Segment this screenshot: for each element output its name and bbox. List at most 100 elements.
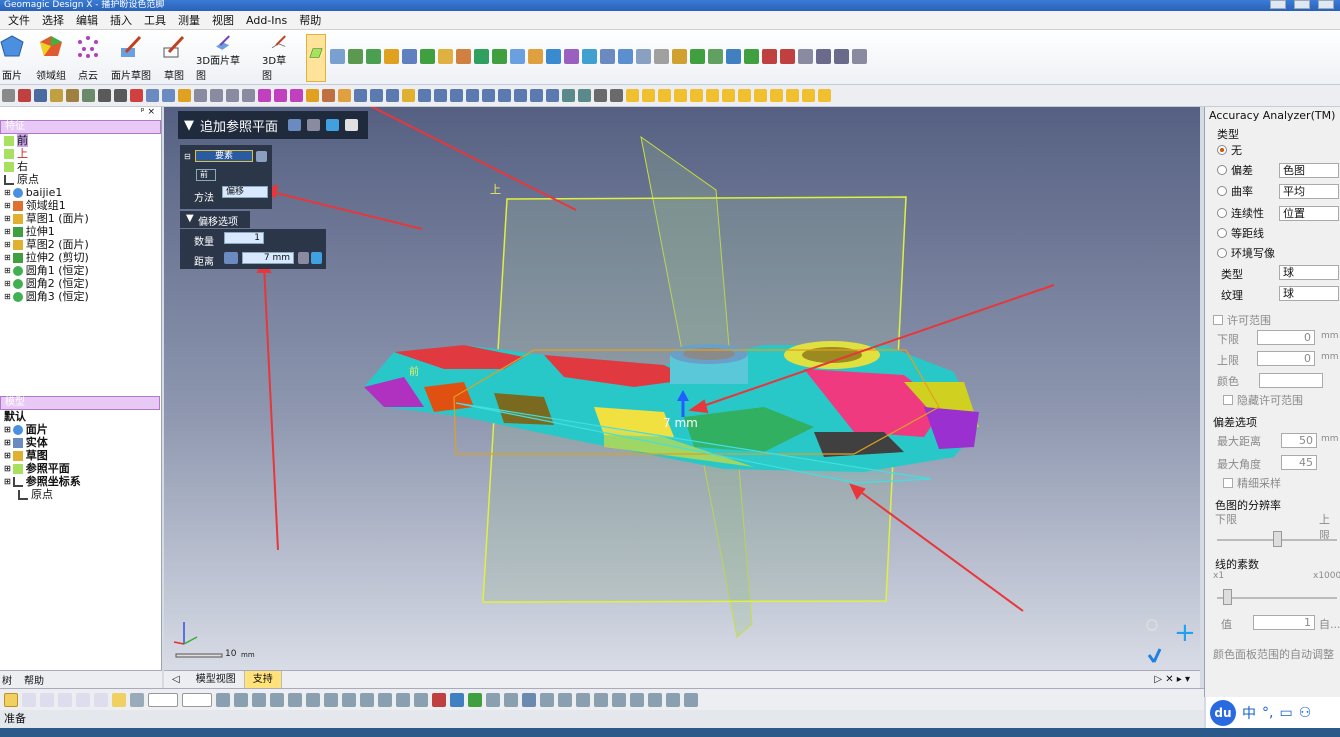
3d-mesh-sketch-tool-button[interactable]: 3D面片草图: [196, 34, 250, 82]
select-feature-icon[interactable]: [322, 89, 335, 102]
filter-combo-1[interactable]: [148, 692, 178, 707]
ok-icon[interactable]: [326, 119, 340, 131]
hide-tolerance-checkbox[interactable]: 隐藏许可范围: [1223, 392, 1303, 408]
zoom-fit-icon[interactable]: [194, 89, 207, 102]
select-circle-icon[interactable]: [22, 692, 36, 707]
display-3-icon[interactable]: [468, 692, 482, 707]
import-icon[interactable]: [50, 89, 63, 102]
revolve-icon[interactable]: [384, 48, 399, 64]
render-icon[interactable]: [178, 89, 191, 102]
loft-icon[interactable]: [420, 48, 435, 64]
add-ref-plane-button[interactable]: [306, 34, 326, 82]
tree-item-extrude1[interactable]: ⊞ 拉伸1: [4, 225, 161, 238]
measure-9-icon[interactable]: [684, 692, 698, 707]
highlight-13-icon[interactable]: [818, 89, 831, 102]
view-left-icon[interactable]: [386, 89, 399, 102]
select-face-icon[interactable]: [290, 89, 303, 102]
redo-icon[interactable]: [114, 89, 127, 102]
globe-icon[interactable]: [522, 692, 536, 707]
max-angle-input[interactable]: 45: [1281, 455, 1317, 470]
tree-item-meshes[interactable]: ⊞ 面片: [4, 423, 160, 436]
fit-icon[interactable]: [834, 48, 849, 64]
measure-4-icon[interactable]: [594, 692, 608, 707]
display-wire-icon[interactable]: [498, 89, 511, 102]
tree-item-fillet3[interactable]: ⊞ 圆角3 (恒定): [4, 290, 161, 303]
element-picker-icon[interactable]: [256, 151, 267, 162]
snap-2-icon[interactable]: [234, 692, 248, 707]
point-cloud-tool-button[interactable]: 点云: [76, 34, 100, 82]
radio-environment[interactable]: 环境写像: [1217, 245, 1275, 261]
display-edge-icon[interactable]: [530, 89, 543, 102]
radio-continuity[interactable]: 连续性: [1217, 205, 1264, 221]
select-body-icon[interactable]: [306, 89, 319, 102]
chamfer-icon[interactable]: [456, 48, 471, 64]
measure-2-icon[interactable]: [558, 692, 572, 707]
tolerance-checkbox[interactable]: 许可范围: [1213, 312, 1271, 328]
tab-help[interactable]: 帮助: [24, 672, 44, 687]
highlight-7-icon[interactable]: [722, 89, 735, 102]
snap-8-icon[interactable]: [342, 692, 356, 707]
display-clip-icon[interactable]: [578, 89, 591, 102]
highlight-8-icon[interactable]: [738, 89, 751, 102]
snap-6-icon[interactable]: [306, 692, 320, 707]
sweep-icon[interactable]: [402, 48, 417, 64]
display-4-icon[interactable]: [486, 692, 500, 707]
tree-item-default[interactable]: 默认: [4, 410, 160, 423]
cancel-icon[interactable]: [345, 119, 359, 131]
display-solid-icon[interactable]: [482, 89, 495, 102]
display-ref-icon[interactable]: [594, 89, 607, 102]
element-button[interactable]: 要素: [195, 150, 253, 162]
display-shade-icon[interactable]: [514, 89, 527, 102]
select-paint-icon[interactable]: [94, 692, 108, 707]
display-mesh-icon[interactable]: [466, 89, 479, 102]
highlight-4-icon[interactable]: [674, 89, 687, 102]
flip-direction-icon[interactable]: [224, 252, 238, 264]
maximize-button[interactable]: [1294, 0, 1310, 9]
scale-icon[interactable]: [708, 48, 723, 64]
tree-item-sketch2[interactable]: ⊞ 草图2 (面片): [4, 238, 161, 251]
detail-icon[interactable]: [307, 119, 321, 131]
display-section-icon[interactable]: [562, 89, 575, 102]
boolean-icon[interactable]: [510, 48, 525, 64]
confirm-check-icon[interactable]: [1147, 648, 1162, 663]
align-icon[interactable]: [672, 48, 687, 64]
filter-icon[interactable]: [338, 89, 351, 102]
highlight-3-icon[interactable]: [658, 89, 671, 102]
highlight-11-icon[interactable]: [786, 89, 799, 102]
menu-file[interactable]: 文件: [2, 11, 36, 30]
highlight-2-icon[interactable]: [642, 89, 655, 102]
options-icon[interactable]: [852, 48, 867, 64]
highlight-10-icon[interactable]: [770, 89, 783, 102]
view-iso-icon[interactable]: [402, 89, 415, 102]
zoom-in-icon[interactable]: [226, 89, 239, 102]
offset-icon[interactable]: [564, 48, 579, 64]
menu-insert[interactable]: 插入: [104, 11, 138, 30]
delete-body-icon[interactable]: [762, 48, 777, 64]
extrude-icon[interactable]: [366, 48, 381, 64]
curvature-combo[interactable]: 平均: [1279, 184, 1339, 199]
auto-adjust-button[interactable]: 颜色面板范围的自动调整: [1213, 646, 1334, 662]
transform-icon[interactable]: [690, 48, 705, 64]
undo-icon[interactable]: [98, 89, 111, 102]
zoom-icon[interactable]: [162, 89, 175, 102]
settings-icon[interactable]: [816, 48, 831, 64]
fillet-icon[interactable]: [438, 48, 453, 64]
upper-limit-input[interactable]: 0: [1257, 351, 1315, 366]
fine-sampling-checkbox[interactable]: 精细采样: [1223, 475, 1281, 491]
max-distance-input[interactable]: 50: [1281, 433, 1317, 448]
export-icon[interactable]: [66, 89, 79, 102]
view-back-icon[interactable]: [370, 89, 383, 102]
grid-icon[interactable]: [798, 48, 813, 64]
extend-icon[interactable]: [600, 48, 615, 64]
minimize-button[interactable]: [1270, 0, 1286, 9]
snap-3-icon[interactable]: [252, 692, 266, 707]
measure-8-icon[interactable]: [666, 692, 680, 707]
add-view-icon[interactable]: +: [1174, 618, 1196, 648]
view-bottom-icon[interactable]: [450, 89, 463, 102]
tab-tree[interactable]: 树: [2, 672, 12, 687]
tree-item-solids[interactable]: ⊞ 实体: [4, 436, 160, 449]
view-top-icon[interactable]: [418, 89, 431, 102]
tree-item-ref-planes[interactable]: ⊞ 参照平面: [4, 462, 160, 475]
tree-item-top[interactable]: 上: [4, 147, 161, 160]
tab-support[interactable]: 支持: [244, 671, 282, 688]
